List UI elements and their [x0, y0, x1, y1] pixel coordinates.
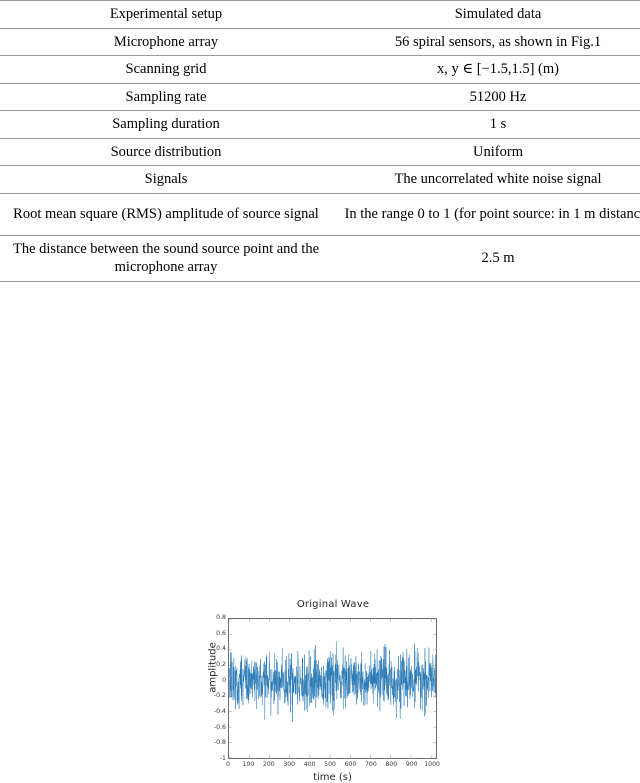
- table-row: The distance between the sound source po…: [0, 235, 640, 282]
- y-tick-label: -0.4: [213, 707, 226, 715]
- waveform-plot: [229, 618, 436, 758]
- x-axis-label: time (s): [313, 771, 352, 783]
- waveform-series: [229, 641, 436, 721]
- table-row: Source distribution Uniform: [0, 138, 640, 166]
- table-cell-value: The uncorrelated white noise signal: [394, 171, 602, 188]
- x-tick-label: 0: [226, 760, 230, 768]
- table-cell-param: Scanning grid: [125, 61, 207, 78]
- x-tick-label: 200: [262, 760, 275, 768]
- x-tick-label: 100: [242, 760, 255, 768]
- x-tick-label: 500: [324, 760, 336, 768]
- table-row: Sampling duration 1 s: [0, 110, 640, 139]
- table-cell-value: x, y ∈ [−1.5,1.5] (m): [436, 61, 559, 78]
- y-axis-label: amplitude: [207, 642, 219, 693]
- table-cell-param: The distance between the sound source po…: [12, 240, 319, 276]
- table-cell-value: 2.5 m: [481, 250, 515, 267]
- x-tick-label: 1000: [424, 760, 440, 768]
- experimental-setup-table: Experimental setup Simulated data Microp…: [0, 0, 640, 282]
- y-tick-label: -1: [219, 754, 226, 762]
- table-cell-value: Simulated data: [454, 6, 542, 22]
- table-row-header: Experimental setup Simulated data: [0, 0, 640, 29]
- chart-title: Original Wave: [296, 598, 370, 610]
- chart-plot-area: [228, 617, 437, 759]
- original-wave-figure: Original Wave 0.8 0.6 0.4 0.2 0 -0.2 -0.4 -0.6-…: [0, 282, 640, 783]
- table-cell-param: Source distribution: [110, 143, 222, 160]
- table-cell-value: 1 s: [489, 116, 507, 133]
- table-body: Experimental setup Simulated data Microp…: [0, 0, 640, 282]
- x-tick-label: 300: [283, 760, 296, 768]
- table-cell-value: Uniform: [473, 143, 523, 160]
- table-cell-param: Root mean square (RMS) amplitude of sour…: [13, 206, 319, 223]
- table-row: Scanning grid x, y ∈ [−1.5,1.5] (m): [0, 55, 640, 84]
- table-cell-value: In the range 0 to 1 (for point source: i…: [344, 206, 640, 223]
- table-row: Signals The uncorrelated white noise sig…: [0, 165, 640, 194]
- table-cell-value: 51200 Hz: [469, 88, 527, 105]
- table-cell-param: Sampling rate: [125, 88, 207, 105]
- x-tick-label: 400: [303, 760, 316, 768]
- table-row: Sampling rate 51200 Hz: [0, 83, 640, 111]
- table-cell-param: Microphone array: [113, 33, 219, 50]
- x-tick-label: 800: [385, 760, 398, 768]
- y-tick-label: 0.6: [216, 629, 226, 637]
- table-cell-param: Signals: [144, 171, 188, 188]
- y-tick-label: 0.8: [216, 613, 226, 621]
- table-cell-param: Experimental setup: [109, 6, 223, 22]
- y-tick-label: -0.6: [213, 723, 226, 731]
- table-row: Microphone array 56 spiral sensors, as s…: [0, 28, 640, 56]
- x-tick-label: 700: [364, 760, 377, 768]
- y-tick-label: -0.8: [213, 739, 226, 747]
- x-tick-label: 600: [344, 760, 357, 768]
- table-cell-param: Sampling duration: [112, 116, 220, 133]
- table-row: Root mean square (RMS) amplitude of sour…: [0, 193, 640, 236]
- x-tick-label: 900: [405, 760, 418, 768]
- table-cell-value: 56 spiral sensors, as shown in Fig.1: [394, 33, 602, 50]
